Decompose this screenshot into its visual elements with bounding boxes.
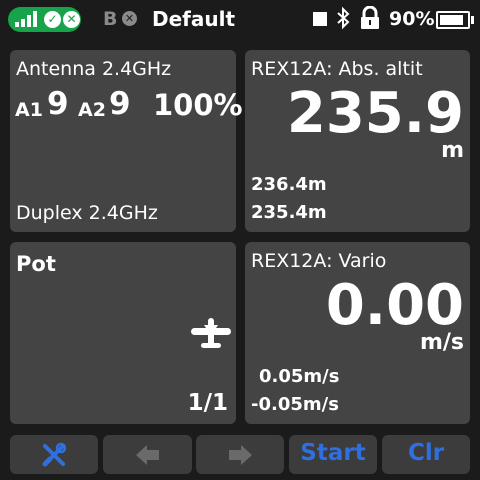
signal-icon: [15, 11, 37, 27]
clear-button-label: Clr: [407, 440, 445, 466]
close-icon: ✕: [63, 11, 80, 28]
arrow-right-icon: [229, 445, 252, 465]
next-page-button[interactable]: [196, 435, 284, 474]
a2-label: A2: [78, 99, 106, 121]
stop-square-icon: [313, 12, 327, 26]
vario-max: 0.05m/s: [259, 366, 340, 387]
altitude-min: 235.4m: [251, 202, 327, 223]
connection-status-pill[interactable]: ✓ ✕: [8, 7, 81, 32]
close-icon: ✕: [122, 11, 137, 26]
rssi-quality: 100%: [153, 88, 243, 122]
a2-value: 9: [109, 86, 131, 122]
start-button-label: Start: [300, 440, 366, 466]
previous-page-button[interactable]: [103, 435, 192, 474]
battery-percent: 90%: [389, 8, 435, 30]
altitude-widget[interactable]: REX12A: Abs. altit 235.9 m 236.4m 235.4m: [245, 50, 470, 232]
widget-title: Antenna 2.4GHz: [16, 58, 172, 80]
clear-button[interactable]: Clr: [382, 435, 470, 474]
check-icon: ✓: [44, 11, 61, 28]
battery-icon: [436, 11, 474, 29]
vario-min: -0.05m/s: [251, 394, 339, 415]
widget-title: REX12A: Abs. altit: [251, 58, 423, 80]
altitude-max: 236.4m: [251, 174, 327, 195]
lock-icon: [361, 6, 379, 29]
pot-widget[interactable]: Pot 1/1: [10, 242, 236, 424]
widget-title: Pot: [16, 252, 56, 276]
tools-icon: [42, 442, 67, 467]
widget-title: REX12A: Vario: [251, 250, 387, 272]
model-letter: B: [103, 8, 118, 30]
arrow-left-icon: [136, 445, 159, 465]
altitude-unit: m: [441, 138, 464, 163]
vario-unit: m/s: [419, 330, 464, 355]
vario-value: 0.00: [325, 273, 464, 338]
vario-widget[interactable]: REX12A: Vario 0.00 m/s 0.05m/s -0.05m/s: [245, 242, 470, 424]
model-name[interactable]: Default: [152, 7, 235, 31]
tools-button[interactable]: [10, 435, 98, 474]
a1-value: 9: [47, 86, 69, 122]
antenna-mode: Duplex 2.4GHz: [16, 202, 158, 224]
antenna-widget[interactable]: Antenna 2.4GHz A1 9 A2 9 100% Duplex 2.4…: [10, 50, 243, 232]
altitude-value: 235.9: [286, 81, 464, 146]
bluetooth-icon: [337, 6, 350, 30]
airplane-icon: [191, 318, 231, 348]
a1-label: A1: [15, 99, 43, 121]
page-indicator: 1/1: [187, 390, 228, 416]
start-button[interactable]: Start: [289, 435, 377, 474]
